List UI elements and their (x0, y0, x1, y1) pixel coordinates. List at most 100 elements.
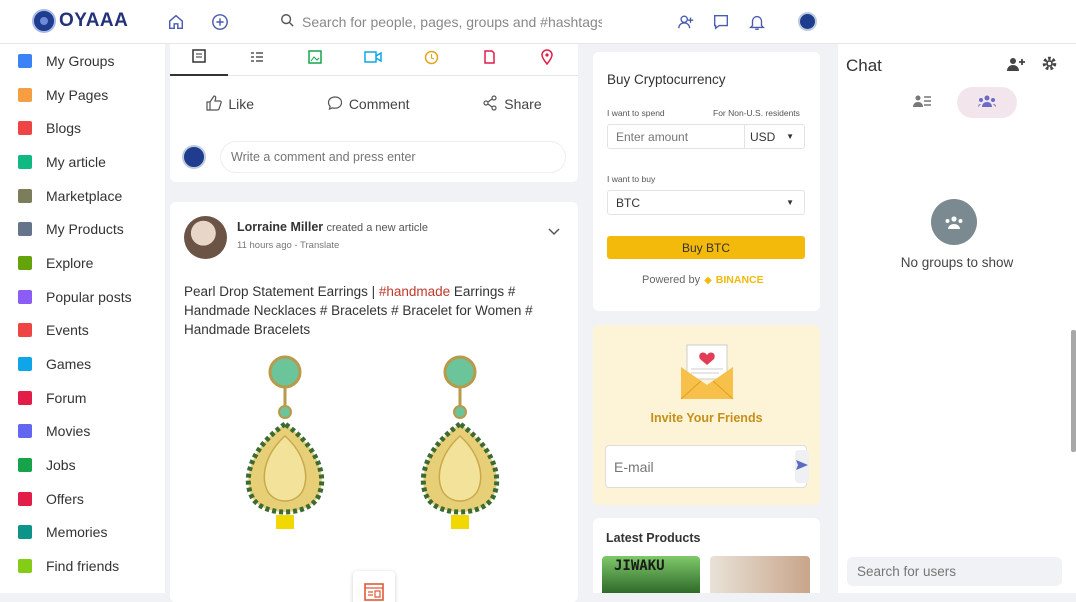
sidebar-item-label: Popular posts (46, 288, 132, 305)
tab-list[interactable] (228, 44, 286, 76)
spend-label: I want to spend (607, 108, 665, 118)
product-item[interactable] (710, 556, 810, 593)
amount-field: USD ▼ (607, 124, 805, 149)
post-text-before: Pearl Drop Statement Earrings | (184, 284, 379, 299)
sidebar-item-my-pages[interactable]: My Pages (0, 78, 165, 112)
author-name[interactable]: Lorraine Miller (237, 220, 323, 234)
gamepad-icon (18, 357, 32, 372)
group-icon (978, 94, 996, 112)
earrings-image[interactable] (230, 352, 530, 552)
tab-image[interactable] (286, 44, 344, 76)
image-icon (308, 50, 322, 69)
coin-select[interactable]: BTC ▼ (607, 190, 805, 215)
previous-post-card: Like Comment Share (170, 44, 578, 182)
search-bar[interactable] (280, 8, 610, 36)
sidebar-item-memories[interactable]: Memories (0, 516, 165, 550)
sidebar-item-label: Marketplace (46, 187, 123, 204)
product-label: JIWAKU (614, 558, 665, 574)
sidebar-item-label: Games (46, 356, 92, 373)
tab-location[interactable] (518, 44, 576, 76)
user-search-input[interactable] (847, 557, 1062, 586)
binance-logo-icon: ◆ (704, 274, 712, 286)
search-input[interactable] (302, 14, 602, 30)
comment-input[interactable] (220, 141, 566, 173)
messages-icon[interactable] (711, 12, 731, 32)
sidebar-item-offers[interactable]: Offers (0, 482, 165, 516)
tab-text[interactable] (170, 44, 228, 76)
sidebar-item-blogs[interactable]: Blogs (0, 111, 165, 145)
sidebar-item-my-article[interactable]: My article (0, 145, 165, 179)
sidebar-item-my-products[interactable]: My Products (0, 212, 165, 246)
tab-file[interactable] (460, 44, 518, 76)
translate-link[interactable]: Translate (300, 240, 339, 251)
tab-video[interactable] (344, 44, 402, 76)
sidebar-item-marketplace[interactable]: Marketplace (0, 179, 165, 213)
blog-icon (18, 121, 32, 136)
sidebar-item-jobs[interactable]: Jobs (0, 448, 165, 482)
products-title: Latest Products (606, 531, 701, 545)
sidebar-item-my-groups[interactable]: My Groups (0, 44, 165, 78)
store-icon (18, 188, 32, 203)
email-input[interactable] (606, 458, 795, 475)
empty-groups-icon (931, 199, 977, 245)
powered-by-label: Powered by (642, 274, 701, 286)
currency-select[interactable]: USD ▼ (744, 125, 804, 148)
powered-by: Powered by ◆ BINANCE (642, 274, 764, 286)
sidebar-item-label: My article (46, 153, 106, 170)
user-avatar[interactable] (798, 12, 817, 31)
product-item[interactable]: JIWAKU (602, 556, 700, 593)
invite-friends-widget: Invite Your Friends (593, 325, 820, 505)
sidebar-item-forum[interactable]: Forum (0, 381, 165, 415)
caret-down-icon: ▼ (786, 198, 794, 207)
post-time[interactable]: 11 hours ago (237, 240, 292, 251)
sidebar-item-events[interactable]: Events (0, 314, 165, 348)
buy-btc-button[interactable]: Buy BTC (607, 236, 805, 259)
home-icon[interactable] (166, 12, 186, 32)
share-icon (482, 94, 498, 114)
add-friend-icon[interactable] (676, 12, 696, 32)
like-button[interactable]: Like (206, 94, 254, 114)
forum-icon (18, 390, 32, 405)
tab-groups[interactable] (957, 87, 1017, 118)
currency-value: USD (750, 129, 776, 144)
logo-icon (32, 9, 56, 33)
share-button[interactable]: Share (482, 94, 542, 114)
video-icon (364, 50, 382, 69)
sidebar-item-label: Find friends (46, 558, 120, 575)
sidebar-item-movies[interactable]: Movies (0, 415, 165, 449)
sidebar-item-label: Movies (46, 423, 91, 440)
send-icon (795, 458, 809, 476)
author-avatar[interactable] (184, 216, 227, 259)
create-icon[interactable] (210, 12, 230, 32)
clock-icon (424, 50, 439, 70)
post-actions: Like Comment Share (170, 76, 578, 132)
hashtag-link[interactable]: #handmade (379, 284, 450, 299)
residents-note: For Non-U.S. residents (713, 108, 800, 118)
sidebar-item-explore[interactable]: Explore (0, 246, 165, 280)
logo[interactable]: OYAAA (32, 9, 128, 33)
provider-name: BINANCE (715, 274, 764, 286)
feed: Like Comment Share Lorraine Miller creat… (170, 44, 578, 602)
article-badge-icon[interactable] (353, 571, 395, 602)
bell-icon[interactable] (747, 12, 767, 32)
sidebar-item-label: My Products (46, 221, 124, 238)
sidebar-item-popular-posts[interactable]: Popular posts (0, 280, 165, 314)
page-scrollbar[interactable] (1071, 330, 1076, 452)
comment-button[interactable]: Comment (327, 95, 410, 114)
send-button[interactable] (795, 450, 809, 483)
tab-contacts[interactable] (913, 94, 931, 113)
add-group-icon[interactable] (1006, 56, 1026, 77)
text-post-icon (192, 49, 206, 68)
sidebar-item-games[interactable]: Games (0, 347, 165, 381)
contacts-list-icon (913, 95, 931, 112)
file-icon (482, 50, 496, 69)
post-options-chevron-icon[interactable] (548, 223, 560, 241)
find-friends-icon (18, 559, 32, 574)
sidebar-item-label: Offers (46, 490, 84, 507)
crypto-title: Buy Cryptocurrency (607, 72, 726, 87)
tab-poll[interactable] (402, 44, 460, 76)
groups-icon (18, 53, 32, 68)
amount-input[interactable] (608, 129, 744, 144)
gear-icon[interactable] (1041, 55, 1058, 77)
sidebar-item-find-friends[interactable]: Find friends (0, 549, 165, 583)
